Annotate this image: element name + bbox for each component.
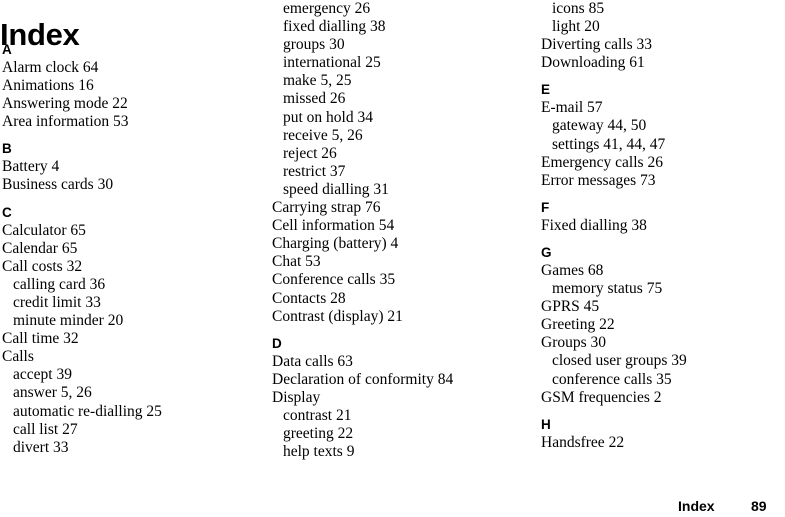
index-entry: Emergency calls 26	[541, 153, 663, 171]
index-entry: Display	[272, 388, 321, 406]
index-letter-heading: F	[541, 199, 550, 215]
index-column-3-content: icons 85 light 20 Diverting calls 33 Downlo…	[541, 0, 785, 452]
index-subentry: call list 27	[13, 420, 78, 438]
index-entry: Error messages 73	[541, 171, 656, 189]
index-subentry: reject 26	[283, 144, 337, 162]
index-entry: Greeting 22	[541, 316, 615, 334]
index-entry: Cell information 54	[272, 217, 395, 235]
index-subentry: gateway 44, 50	[552, 117, 647, 135]
index-entry: Chat 53	[272, 253, 321, 271]
index-subentry: receive 5, 26	[283, 126, 363, 144]
index-entry: GPRS 45	[541, 298, 600, 316]
index-entry: Contacts 28	[272, 289, 346, 307]
index-entry: Animations 16	[2, 77, 94, 95]
index-entry: Conference calls 35	[272, 271, 396, 289]
index-entry: Alarm clock 64	[2, 59, 99, 76]
index-entry: Diverting calls 33	[541, 36, 653, 54]
index-entry: Area information 53	[2, 113, 129, 131]
index-entry: Handsfree 22	[541, 433, 625, 451]
index-letter-heading: H	[541, 416, 551, 432]
index-subentry: settings 41, 44, 47	[552, 135, 666, 153]
index-entry: Calendar 65	[2, 239, 78, 257]
index-subentry: emergency 26	[283, 0, 371, 17]
index-entry: Contrast (display) 21	[272, 307, 403, 325]
index-subentry: put on hold 34	[283, 108, 373, 126]
page-footer: Index 89	[0, 497, 785, 517]
index-entry: Answering mode 22	[2, 95, 128, 113]
index-entry: Battery 4	[2, 158, 60, 176]
footer-section-label: Index	[678, 498, 715, 514]
index-entry: Calculator 65	[2, 221, 86, 239]
index-letter-heading: C	[2, 204, 12, 220]
index-column-2: emergency 26 fixed dialling 38 groups 30 in…	[272, 0, 540, 461]
index-subentry: make 5, 25	[283, 72, 352, 90]
index-entry: Call time 32	[2, 330, 79, 348]
index-subentry: minute minder 20	[13, 312, 124, 330]
index-subentry: divert 33	[13, 438, 69, 456]
index-subentry: memory status 75	[552, 280, 663, 298]
index-column-1: A Alarm clock 64 Animations 16 Answering mo…	[2, 0, 270, 457]
index-subentry: accept 39	[13, 366, 72, 384]
index-subentry: missed 26	[283, 90, 346, 108]
index-column-1-content: A Alarm clock 64 Animations 16 Answering mo…	[2, 0, 270, 457]
index-subentry: conference calls 35	[552, 370, 672, 388]
index-subentry: fixed dialling 38	[283, 18, 386, 36]
index-column-3: icons 85 light 20 Diverting calls 33 Downlo…	[541, 0, 785, 452]
index-subentry: light 20	[552, 18, 600, 36]
index-subentry: icons 85	[552, 0, 605, 17]
index-subentry: credit limit 33	[13, 293, 101, 311]
index-subentry: contrast 21	[283, 406, 352, 424]
index-entry: Data calls 63	[272, 352, 353, 370]
index-entry: E-mail 57	[541, 99, 603, 117]
index-subentry: help texts 9	[283, 443, 355, 461]
index-subentry: answer 5, 26	[13, 384, 92, 402]
index-letter-heading: D	[272, 335, 282, 351]
index-column-2-content: emergency 26 fixed dialling 38 groups 30 in…	[272, 0, 540, 461]
index-letter-heading: B	[2, 141, 12, 157]
footer-page-number: 89	[751, 498, 767, 514]
index-entry: Downloading 61	[541, 54, 645, 72]
index-entry: Calls	[2, 348, 34, 366]
index-entry: Business cards 30	[2, 176, 114, 194]
index-entry: GSM frequencies 2	[541, 388, 662, 406]
index-entry: Games 68	[541, 261, 604, 279]
index-entry: Fixed dialling 38	[541, 216, 647, 234]
index-letter-heading: E	[541, 82, 551, 98]
index-subentry: calling card 36	[13, 275, 106, 293]
index-page: Index A Alarm clock 64 Animations 16 Answer…	[0, 0, 785, 517]
index-entry: Carrying strap 76	[272, 199, 381, 217]
index-subentry: restrict 37	[283, 162, 346, 180]
index-subentry: automatic re-dialling 25	[13, 402, 162, 420]
index-subentry: international 25	[283, 54, 381, 72]
index-entry: Charging (battery) 4	[272, 235, 399, 253]
index-entry: Call costs 32	[2, 257, 83, 275]
index-subentry: groups 30	[283, 36, 345, 54]
index-entry: Declaration of conformity 84	[272, 370, 454, 388]
index-subentry: greeting 22	[283, 425, 354, 443]
index-letter-heading: A	[2, 42, 12, 57]
index-entry: Groups 30	[541, 334, 607, 352]
index-subentry: closed user groups 39	[552, 352, 687, 370]
index-letter-heading: G	[541, 244, 552, 260]
index-subentry: speed dialling 31	[283, 180, 389, 198]
